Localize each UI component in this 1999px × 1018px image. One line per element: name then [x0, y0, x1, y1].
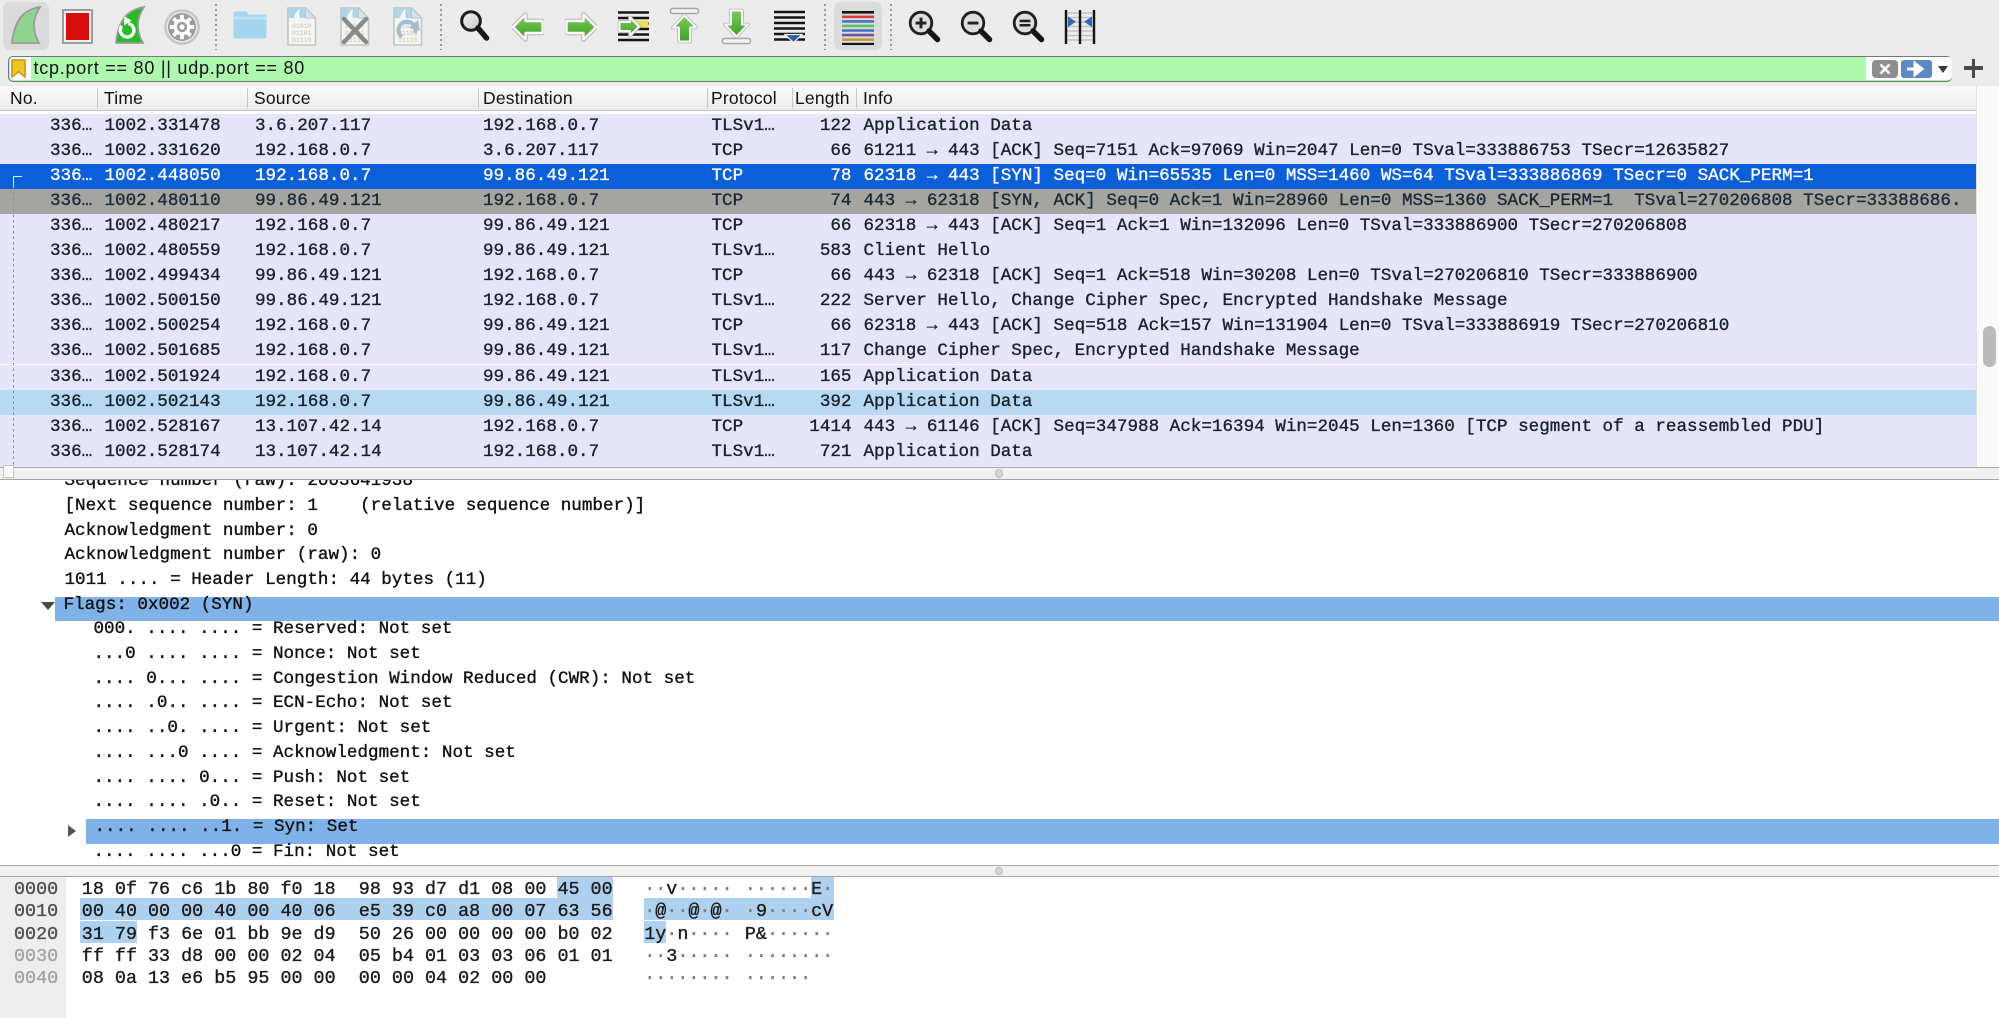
svg-text:01101: 01101	[292, 30, 312, 37]
svg-text:01110: 01110	[292, 37, 312, 44]
svg-text:01010: 01010	[292, 23, 312, 30]
